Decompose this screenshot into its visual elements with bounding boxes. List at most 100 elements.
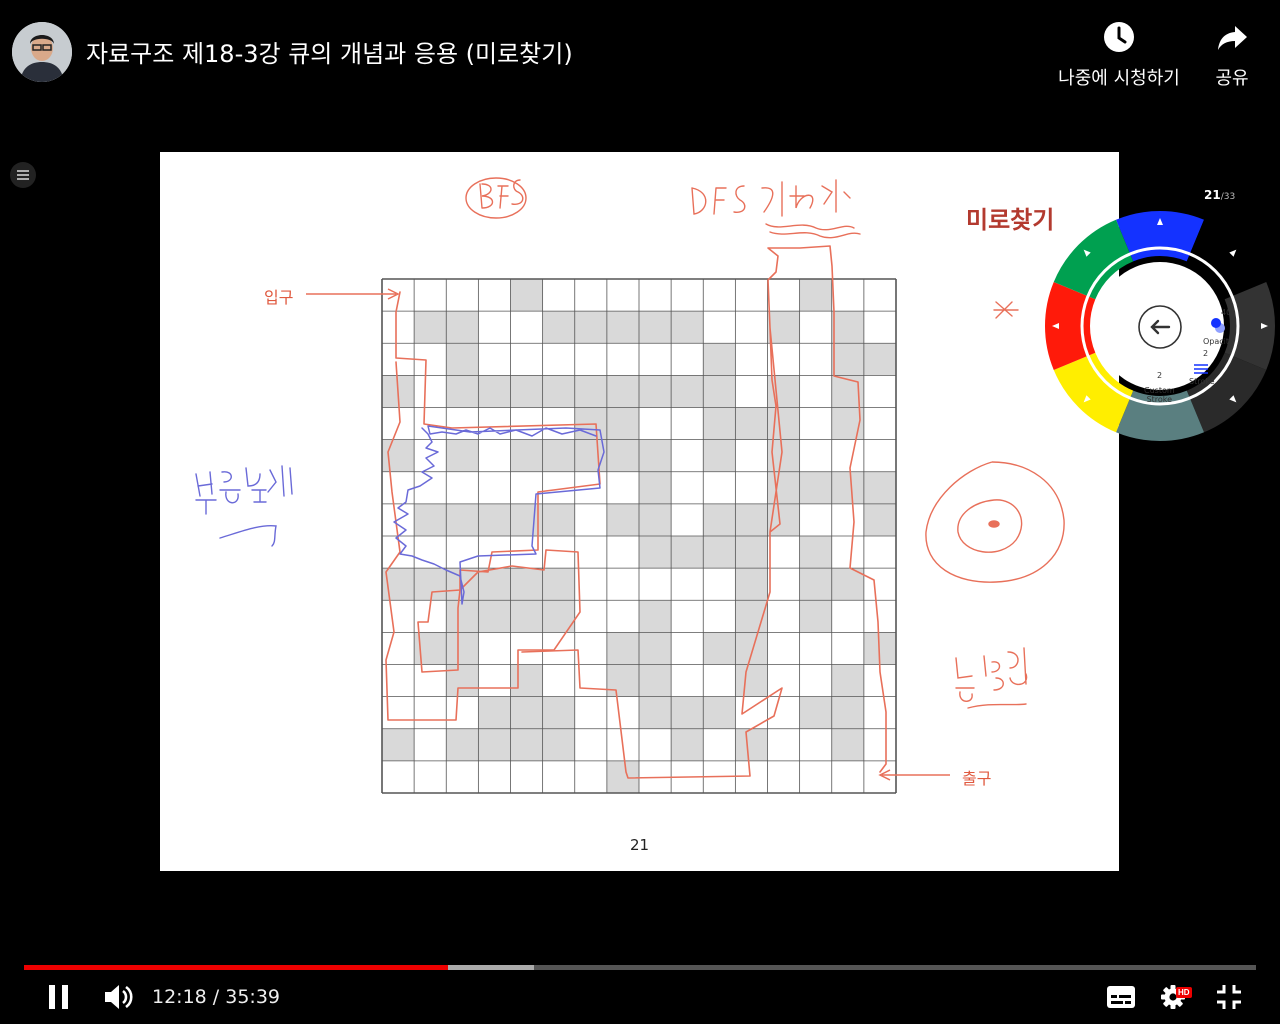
maze-wall-cell — [639, 503, 672, 536]
custom-stroke-value: 2 — [1157, 371, 1163, 380]
maze-wall-cell — [542, 311, 575, 344]
maze-wall-cell — [735, 728, 768, 761]
maze-wall-cell — [639, 600, 672, 633]
avatar-image — [12, 22, 72, 82]
share-arrow-icon — [1218, 26, 1247, 50]
hd-badge: HD — [1176, 987, 1192, 998]
maze-wall-cell — [703, 343, 736, 376]
maze-wall-cell — [542, 375, 575, 408]
maze-wall-cell — [446, 664, 479, 697]
mute-button[interactable] — [102, 982, 134, 1016]
video-title[interactable]: 자료구조 제18-3강 큐의 개념과 응용 (미로찾기) — [86, 34, 573, 69]
time-separator: / — [206, 986, 226, 1008]
dfs-note — [691, 179, 861, 239]
maze-wall-cell — [510, 600, 543, 633]
settings-button[interactable]: HD — [1160, 982, 1200, 1012]
maze-wall-cell — [671, 536, 704, 569]
volume-icon — [105, 985, 133, 1009]
maze-wall-cell — [767, 311, 800, 344]
maze-wall-cell — [799, 471, 832, 504]
maze-wall-cell — [703, 536, 736, 569]
maze-wall-cell — [831, 728, 864, 761]
maze-wall-cell — [510, 375, 543, 408]
stroke-label[interactable]: Stroke — [1189, 377, 1215, 386]
custom-stroke-label[interactable]: Custom Stroke — [1144, 386, 1175, 404]
maze-wall-cell — [382, 728, 415, 761]
maze-wall-cell — [767, 407, 800, 440]
subtitles-icon — [1107, 986, 1135, 1008]
asterisk-mark — [993, 301, 1019, 319]
maze-wall-cell — [542, 696, 575, 729]
hamburger-icon — [17, 170, 29, 180]
bfs-note — [465, 177, 527, 219]
maze-wall-cell — [799, 279, 832, 312]
maze-wall-cell — [510, 279, 543, 312]
subtitles-button[interactable] — [1106, 984, 1136, 1014]
channel-avatar[interactable] — [12, 22, 72, 82]
exit-label: 출구 — [962, 769, 992, 788]
opacity-label[interactable]: Opacity — [1203, 337, 1234, 346]
watch-later-button[interactable]: 나중에 시청하기 — [1052, 20, 1186, 90]
maze-wall-cell — [863, 343, 896, 376]
maze-wall-cell — [606, 407, 639, 440]
maze-wall-cell — [671, 375, 704, 408]
maze-wall-cell — [639, 696, 672, 729]
slide — [160, 152, 1119, 871]
opacity-value: 40 — [1221, 308, 1232, 317]
duration: 35:39 — [225, 986, 281, 1008]
maze-wall-cell — [606, 311, 639, 344]
maze-wall-cell — [735, 632, 768, 665]
maze-wall-cell — [478, 503, 511, 536]
maze-wall-cell — [542, 728, 575, 761]
maze-wall-cell — [446, 600, 479, 633]
share-button[interactable]: 공유 — [1208, 20, 1256, 90]
maze-wall-cell — [478, 568, 511, 601]
maze-wall-cell — [735, 503, 768, 536]
maze-wall-cell — [639, 536, 672, 569]
time-display: 12:18 / 35:39 — [152, 986, 280, 1008]
maze-wall-cell — [831, 343, 864, 376]
maze-wall-cell — [574, 375, 607, 408]
maze-wall-cell — [382, 439, 415, 472]
maze-wall-cell — [703, 696, 736, 729]
maze-wall-cell — [446, 632, 479, 665]
maze-wall-cell — [831, 471, 864, 504]
pause-button[interactable] — [46, 984, 72, 1014]
exit-fullscreen-button[interactable] — [1215, 983, 1243, 1015]
maze-wall-cell — [446, 343, 479, 376]
maze-wall-cell — [510, 664, 543, 697]
maze-wall-cell — [831, 696, 864, 729]
entrance-arrow — [306, 288, 400, 300]
maze-wall-cell — [446, 728, 479, 761]
maze-wall-cell — [863, 471, 896, 504]
maze-wall-cell — [639, 632, 672, 665]
back-button[interactable] — [1138, 305, 1182, 349]
maze-wall-cell — [606, 375, 639, 408]
pen-color-wheel[interactable] — [1040, 206, 1280, 446]
exit-arrow — [878, 769, 950, 781]
maze-wall-cell — [799, 696, 832, 729]
maze-wall-cell — [414, 503, 447, 536]
maze-wall-cell — [414, 568, 447, 601]
maze-wall-cell — [478, 600, 511, 633]
share-label: 공유 — [1215, 68, 1249, 89]
maze-wall-cell — [542, 568, 575, 601]
maze-wall-cell — [639, 439, 672, 472]
maze-wall-cell — [831, 664, 864, 697]
exit-fullscreen-icon — [1217, 985, 1241, 1009]
maze-wall-cell — [606, 503, 639, 536]
maze-wall-cell — [446, 503, 479, 536]
menu-button[interactable] — [10, 162, 36, 188]
maze-wall-cell — [510, 728, 543, 761]
maze-wall-cell — [671, 728, 704, 761]
maze-wall-cell — [703, 632, 736, 665]
target-drawing — [925, 461, 1065, 583]
maze-wall-cell — [414, 311, 447, 344]
maze-wall-cell — [703, 503, 736, 536]
maze-wall-cell — [639, 664, 672, 697]
maze-wall-cell — [606, 632, 639, 665]
pause-icon — [49, 985, 68, 1009]
maze-wall-cell — [574, 311, 607, 344]
maze-wall-cell — [671, 696, 704, 729]
maze-wall-cell — [703, 375, 736, 408]
